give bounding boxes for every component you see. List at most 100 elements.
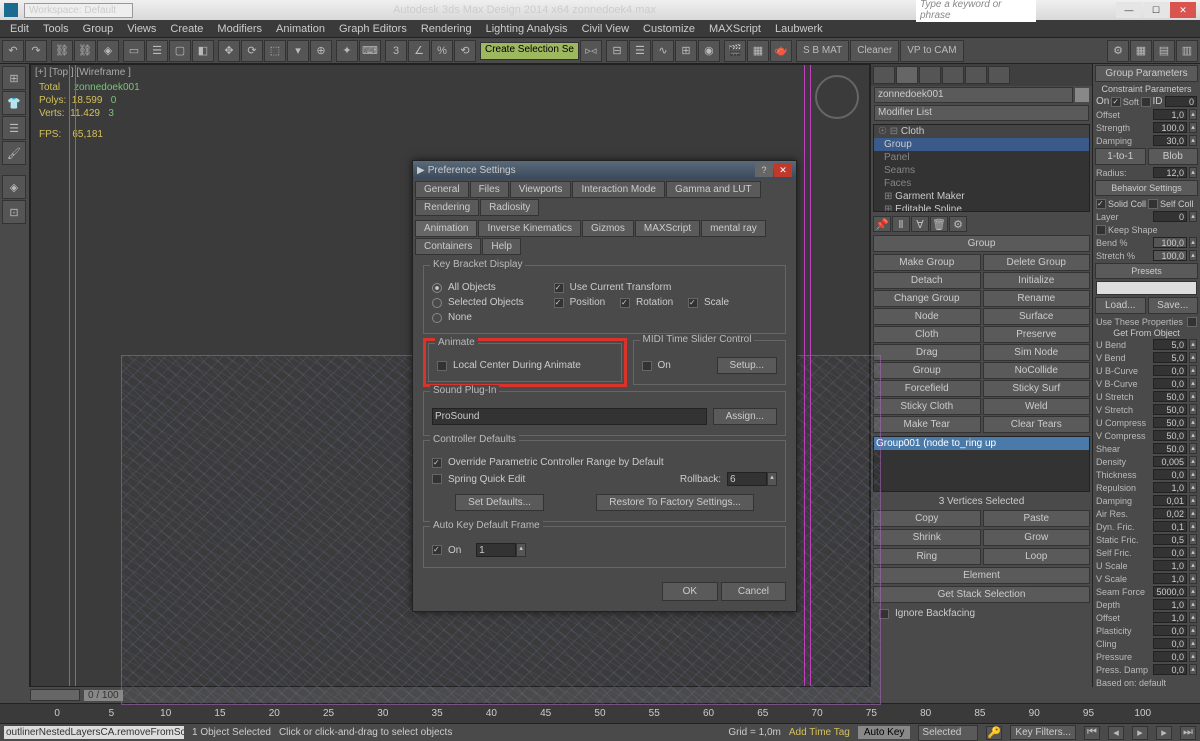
config-icon[interactable]: ⚙ <box>949 216 967 232</box>
vb-curve-field[interactable]: 0,0 <box>1153 378 1187 389</box>
ubend-field[interactable]: 5,0 <box>1153 339 1187 350</box>
tab-containers[interactable]: Containers <box>415 238 481 255</box>
object-name-field[interactable]: zonnedoek001 <box>874 87 1073 103</box>
bind-icon[interactable]: ◈ <box>97 40 119 62</box>
dialog-titlebar[interactable]: ▶ Preference Settings ? ✕ <box>413 161 796 179</box>
detach-button[interactable]: Detach <box>873 272 981 289</box>
render-setup-icon[interactable]: 🎬 <box>724 40 746 62</box>
tab-maxscript[interactable]: MAXScript <box>635 220 700 237</box>
tool-icon[interactable]: ⚙ <box>1107 40 1129 62</box>
next-frame-icon[interactable]: ▸ <box>1156 726 1172 740</box>
offset-field[interactable]: 1,0 <box>1153 612 1187 623</box>
modify-tab[interactable] <box>896 66 918 84</box>
clear-tears-button[interactable]: Clear Tears <box>983 416 1091 433</box>
surface-button[interactable]: Surface <box>983 308 1091 325</box>
delete-group-button[interactable]: Delete Group <box>983 254 1091 271</box>
pressure-field[interactable]: 0,0 <box>1153 651 1187 662</box>
menu-create[interactable]: Create <box>164 22 209 36</box>
manipulate-icon[interactable]: ✦ <box>336 40 358 62</box>
none-radio[interactable] <box>432 313 442 323</box>
percent-snap-icon[interactable]: % <box>431 40 453 62</box>
brush-icon[interactable]: 🖌 <box>2 141 26 165</box>
workspace-dropdown[interactable]: Workspace: Default <box>24 3 133 18</box>
key-filters-button[interactable]: Key Filters... <box>1010 725 1076 740</box>
link-icon[interactable]: ⛓ <box>51 40 73 62</box>
rollback-field[interactable] <box>727 472 767 486</box>
tab-files[interactable]: Files <box>470 181 509 198</box>
local-center-checkbox[interactable] <box>437 361 447 371</box>
tab-help[interactable]: Help <box>482 238 521 255</box>
schematic-icon[interactable]: ⊞ <box>675 40 697 62</box>
close-button[interactable]: ✕ <box>1170 2 1196 18</box>
set-defaults-button[interactable]: Set Defaults... <box>455 494 544 511</box>
tab-rendering[interactable]: Rendering <box>415 199 479 216</box>
viewport-label[interactable]: [+] [Top ] [Wireframe ] <box>35 67 131 78</box>
menu-maxscript[interactable]: MAXScript <box>703 22 767 36</box>
tab-general[interactable]: General <box>415 181 469 198</box>
node-button[interactable]: Node <box>873 308 981 325</box>
group-list[interactable]: Group001 (node to_ring up <box>873 436 1090 492</box>
assign-button[interactable]: Assign... <box>713 408 777 425</box>
menu-rendering[interactable]: Rendering <box>415 22 478 36</box>
align-icon[interactable]: ⊟ <box>606 40 628 62</box>
tab-gammaandlut[interactable]: Gamma and LUT <box>666 181 761 198</box>
misc2-icon[interactable]: ⊡ <box>2 200 26 224</box>
ok-button[interactable]: OK <box>662 582 718 601</box>
tab-mentalray[interactable]: mental ray <box>701 220 766 237</box>
sbmat-button[interactable]: S B MAT <box>796 40 849 62</box>
vscale-field[interactable]: 1,0 <box>1153 573 1187 584</box>
play-icon[interactable]: ▸ <box>1132 726 1148 740</box>
selfcoll-checkbox[interactable] <box>1148 199 1158 209</box>
set-key-icon[interactable]: 🔑 <box>986 726 1002 740</box>
tool2-icon[interactable]: ▦ <box>1130 40 1152 62</box>
override-checkbox[interactable] <box>432 458 442 468</box>
load-button[interactable]: Load... <box>1095 297 1146 314</box>
autokey-button[interactable]: Auto Key <box>858 726 911 739</box>
pressdamp-field[interactable]: 0,0 <box>1153 664 1187 675</box>
select-region-icon[interactable]: ▢ <box>169 40 191 62</box>
selffric-field[interactable]: 0,0 <box>1153 547 1187 558</box>
staticfric-field[interactable]: 0,5 <box>1153 534 1187 545</box>
sticky-surf-button[interactable]: Sticky Surf <box>983 380 1091 397</box>
timeline-ruler[interactable]: 0510152025303540455055606570758085909510… <box>0 703 1200 723</box>
uscale-field[interactable]: 1,0 <box>1153 560 1187 571</box>
create-tab[interactable] <box>873 66 895 84</box>
cancel-button[interactable]: Cancel <box>721 582 786 601</box>
vcompress-field[interactable]: 50,0 <box>1153 430 1187 441</box>
ring-button[interactable]: Ring <box>873 548 981 565</box>
named-selection-dropdown[interactable]: Create Selection Se <box>480 42 579 60</box>
weld-button[interactable]: Weld <box>983 398 1091 415</box>
repulsion-field[interactable]: 1,0 <box>1153 482 1187 493</box>
density-field[interactable]: 0,005 <box>1153 456 1187 467</box>
group-button[interactable]: Group <box>873 362 981 379</box>
airres-field[interactable]: 0,02 <box>1153 508 1187 519</box>
snap-icon[interactable]: 3 <box>385 40 407 62</box>
damping-field[interactable]: 0,01 <box>1153 495 1187 506</box>
render-icon[interactable]: 🫖 <box>770 40 792 62</box>
menu-grapheditors[interactable]: Graph Editors <box>333 22 413 36</box>
hierarchy-tab[interactable] <box>919 66 941 84</box>
time-slider-handle[interactable] <box>30 689 80 701</box>
cloth-button[interactable]: Cloth <box>873 326 981 343</box>
unique-icon[interactable]: ∀ <box>911 216 929 232</box>
rename-button[interactable]: Rename <box>983 290 1091 307</box>
selected-objects-radio[interactable] <box>432 298 442 308</box>
autokey-frame-field[interactable] <box>476 543 516 557</box>
select-icon[interactable]: ▭ <box>123 40 145 62</box>
rotate-icon[interactable]: ⟳ <box>241 40 263 62</box>
display-tab[interactable] <box>965 66 987 84</box>
change-group-button[interactable]: Change Group <box>873 290 981 307</box>
material-icon[interactable]: ◉ <box>698 40 720 62</box>
copy-button[interactable]: Copy <box>873 510 981 527</box>
preserve-button[interactable]: Preserve <box>983 326 1091 343</box>
menu-views[interactable]: Views <box>121 22 162 36</box>
tab-gizmos[interactable]: Gizmos <box>582 220 634 237</box>
make-group-button[interactable]: Make Group <box>873 254 981 271</box>
depth-field[interactable]: 1,0 <box>1153 599 1187 610</box>
midi-setup-button[interactable]: Setup... <box>717 357 777 374</box>
misc-icon[interactable]: ◈ <box>2 175 26 199</box>
vptocam-button[interactable]: VP to CAM <box>900 40 963 62</box>
seamforce-field[interactable]: 5000,0 <box>1153 586 1187 597</box>
preset-dropdown[interactable] <box>1096 281 1197 295</box>
all-objects-radio[interactable] <box>432 283 442 293</box>
